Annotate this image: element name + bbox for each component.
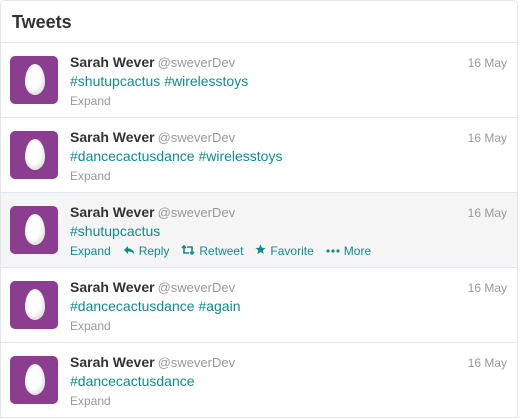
expand-link[interactable]: Expand xyxy=(70,169,111,183)
expand-link[interactable]: Expand xyxy=(70,94,111,108)
egg-avatar-icon[interactable] xyxy=(10,281,58,329)
egg-avatar-icon[interactable] xyxy=(10,56,58,104)
tweet-author[interactable]: Sarah Wever @sweverDev xyxy=(70,354,235,370)
retweet-icon xyxy=(181,244,195,258)
tweet-actions: Expand xyxy=(70,319,111,333)
reply-arrow-icon xyxy=(123,245,135,258)
tweet-text: #shutupcactus xyxy=(70,223,160,239)
star-icon xyxy=(255,244,266,258)
tweet-date[interactable]: 16 May xyxy=(468,206,507,220)
tweet-actions: Expand xyxy=(70,169,111,183)
tweets-panel: Tweets Sarah Wever @sweverDev 16 May #shu… xyxy=(0,0,518,418)
hashtag-link[interactable]: #dancecactusdance xyxy=(70,373,195,389)
more-button[interactable]: More xyxy=(326,244,371,258)
favorite-button[interactable]: Favorite xyxy=(255,244,314,258)
tweet-item[interactable]: Sarah Wever @sweverDev 16 May #dancecactu… xyxy=(1,118,517,193)
tweet-date[interactable]: 16 May xyxy=(468,131,507,145)
tweet-item[interactable]: Sarah Wever @sweverDev 16 May #shutupcact… xyxy=(1,43,517,118)
tweet-text: #shutupcactus #wirelesstoys xyxy=(70,73,248,89)
retweet-button[interactable]: Retweet xyxy=(181,244,243,258)
reply-button[interactable]: Reply xyxy=(123,244,170,258)
hashtag-link[interactable]: #again xyxy=(198,298,240,314)
tweet-text: #dancecactusdance xyxy=(70,373,195,389)
tweet-date[interactable]: 16 May xyxy=(468,56,507,70)
expand-link[interactable]: Expand xyxy=(70,394,111,408)
tweet-actions: Expand xyxy=(70,394,111,408)
tweet-author[interactable]: Sarah Wever @sweverDev xyxy=(70,129,235,145)
tweet-item[interactable]: Sarah Wever @sweverDev 16 May #dancecactu… xyxy=(1,343,517,417)
tweet-author[interactable]: Sarah Wever @sweverDev xyxy=(70,54,235,70)
author-name[interactable]: Sarah Wever xyxy=(70,129,155,145)
author-handle: @sweverDev xyxy=(157,130,236,145)
expand-link[interactable]: Expand xyxy=(70,244,111,258)
more-label: More xyxy=(343,244,372,258)
egg-avatar-icon[interactable] xyxy=(10,131,58,179)
more-dots-icon xyxy=(326,246,340,257)
panel-header: Tweets xyxy=(1,1,517,43)
author-name[interactable]: Sarah Wever xyxy=(70,54,155,70)
favorite-label: Favorite xyxy=(270,244,314,258)
author-name[interactable]: Sarah Wever xyxy=(70,204,155,220)
tweet-text: #dancecactusdance #again xyxy=(70,298,240,314)
panel-title: Tweets xyxy=(12,12,72,32)
author-name[interactable]: Sarah Wever xyxy=(70,279,155,295)
hashtag-link[interactable]: #shutupcactus xyxy=(70,73,160,89)
author-handle: @sweverDev xyxy=(157,55,236,70)
hashtag-link[interactable]: #wirelesstoys xyxy=(164,73,248,89)
retweet-label: Retweet xyxy=(199,244,244,258)
tweet-actions: Expand Reply Retweet Favorite More xyxy=(70,244,371,258)
tweet-actions: Expand xyxy=(70,94,111,108)
tweet-author[interactable]: Sarah Wever @sweverDev xyxy=(70,279,235,295)
tweet-author[interactable]: Sarah Wever @sweverDev xyxy=(70,204,235,220)
author-handle: @sweverDev xyxy=(157,205,236,220)
author-name[interactable]: Sarah Wever xyxy=(70,354,155,370)
expand-link[interactable]: Expand xyxy=(70,319,111,333)
tweet-item[interactable]: Sarah Wever @sweverDev 16 May #dancecactu… xyxy=(1,268,517,343)
hashtag-link[interactable]: #dancecactusdance xyxy=(70,298,195,314)
tweet-date[interactable]: 16 May xyxy=(468,356,507,370)
tweet-date[interactable]: 16 May xyxy=(468,281,507,295)
hashtag-link[interactable]: #wirelesstoys xyxy=(198,148,282,164)
tweet-text: #dancecactusdance #wirelesstoys xyxy=(70,148,282,164)
hashtag-link[interactable]: #dancecactusdance xyxy=(70,148,195,164)
reply-label: Reply xyxy=(138,244,170,258)
hashtag-link[interactable]: #shutupcactus xyxy=(70,223,160,239)
author-handle: @sweverDev xyxy=(157,280,236,295)
egg-avatar-icon[interactable] xyxy=(10,206,58,254)
author-handle: @sweverDev xyxy=(157,355,236,370)
egg-avatar-icon[interactable] xyxy=(10,356,58,404)
tweet-item[interactable]: Sarah Wever @sweverDev 16 May #shutupcact… xyxy=(1,193,517,268)
